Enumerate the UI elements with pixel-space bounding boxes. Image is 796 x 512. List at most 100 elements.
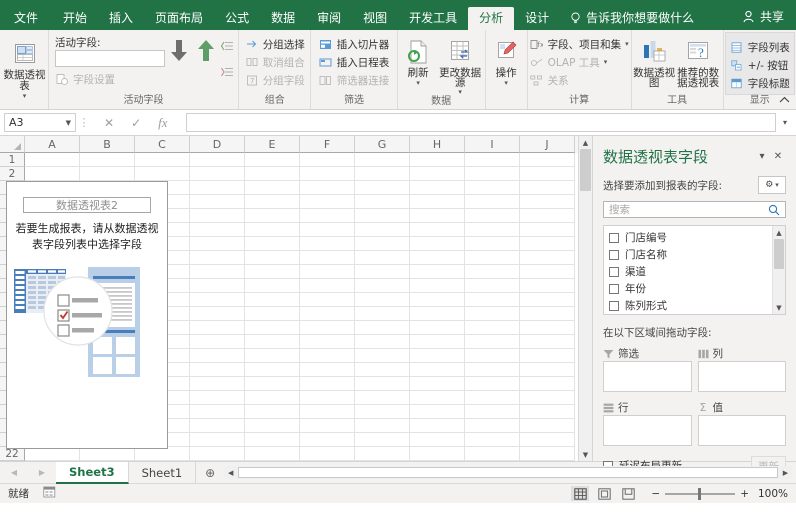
cell-H4[interactable] xyxy=(410,195,465,209)
cell-I5[interactable] xyxy=(465,209,520,223)
cell-H9[interactable] xyxy=(410,265,465,279)
area-values-dropzone[interactable] xyxy=(698,415,787,446)
cell-J13[interactable] xyxy=(520,321,575,335)
cell-H12[interactable] xyxy=(410,307,465,321)
cell-J21[interactable] xyxy=(520,433,575,447)
cell-F5[interactable] xyxy=(300,209,355,223)
column-header-i[interactable]: I xyxy=(465,136,520,153)
cell-E14[interactable] xyxy=(245,335,300,349)
cell-I12[interactable] xyxy=(465,307,520,321)
cell-J14[interactable] xyxy=(520,335,575,349)
worksheet-grid[interactable]: A B C D E F G H I J 12345678910111213141… xyxy=(0,136,578,461)
field-list-scroll-down-icon[interactable]: ▼ xyxy=(773,301,785,314)
field-list-scrollbar[interactable]: ▲ ▼ xyxy=(772,226,785,314)
cell-D19[interactable] xyxy=(190,405,245,419)
expand-field-button[interactable] xyxy=(220,37,234,55)
cell-H13[interactable] xyxy=(410,321,465,335)
ribbon-tab-developer[interactable]: 开发工具 xyxy=(398,7,468,30)
olap-tools-caret-icon[interactable]: ▾ xyxy=(604,58,608,66)
ribbon-tab-file[interactable]: 文件 xyxy=(0,7,52,30)
ungroup-button[interactable]: 取消组合 xyxy=(245,53,305,71)
cell-H5[interactable] xyxy=(410,209,465,223)
cell-I20[interactable] xyxy=(465,419,520,433)
cell-E5[interactable] xyxy=(245,209,300,223)
cell-F3[interactable] xyxy=(300,181,355,195)
pane-menu-button[interactable]: ▾ xyxy=(754,151,770,162)
cell-G2[interactable] xyxy=(355,167,410,181)
scroll-down-icon[interactable]: ▼ xyxy=(579,448,592,461)
relationships-button[interactable]: 关系 xyxy=(530,71,569,89)
cell-G11[interactable] xyxy=(355,293,410,307)
filter-connections-button[interactable]: 筛选器连接 xyxy=(319,71,390,89)
change-data-source-button[interactable]: 更改数据源 ▾ xyxy=(437,34,483,96)
cell-E13[interactable] xyxy=(245,321,300,335)
cell-H10[interactable] xyxy=(410,279,465,293)
area-rows[interactable]: 行 xyxy=(603,400,692,446)
cell-F1[interactable] xyxy=(300,153,355,167)
row-header-22[interactable]: 22 xyxy=(0,447,25,461)
cell-F19[interactable] xyxy=(300,405,355,419)
cell-I9[interactable] xyxy=(465,265,520,279)
field-list-button[interactable]: 字段列表 xyxy=(730,38,790,56)
cell-D10[interactable] xyxy=(190,279,245,293)
drill-down-button[interactable] xyxy=(165,33,193,66)
cell-D1[interactable] xyxy=(190,153,245,167)
field-list-item[interactable]: 年份 xyxy=(609,280,772,297)
cell-A1[interactable] xyxy=(25,153,80,167)
cell-H1[interactable] xyxy=(410,153,465,167)
cell-E22[interactable] xyxy=(245,447,300,461)
cell-F13[interactable] xyxy=(300,321,355,335)
field-search-box[interactable]: 搜索 xyxy=(603,201,786,218)
hscroll-right-icon[interactable]: ▶ xyxy=(779,466,792,479)
cell-F15[interactable] xyxy=(300,349,355,363)
cell-G13[interactable] xyxy=(355,321,410,335)
cell-D14[interactable] xyxy=(190,335,245,349)
cell-I1[interactable] xyxy=(465,153,520,167)
cell-D22[interactable] xyxy=(190,447,245,461)
cell-J3[interactable] xyxy=(520,181,575,195)
cell-D20[interactable] xyxy=(190,419,245,433)
cell-D16[interactable] xyxy=(190,363,245,377)
cell-I21[interactable] xyxy=(465,433,520,447)
field-list-item[interactable]: 门店名称 xyxy=(609,246,772,263)
record-macro-icon[interactable] xyxy=(43,486,56,501)
cell-I2[interactable] xyxy=(465,167,520,181)
cell-J12[interactable] xyxy=(520,307,575,321)
pane-settings-button[interactable]: ⚙ ▾ xyxy=(758,176,786,194)
cell-G18[interactable] xyxy=(355,391,410,405)
cell-J20[interactable] xyxy=(520,419,575,433)
cell-F17[interactable] xyxy=(300,377,355,391)
cell-E8[interactable] xyxy=(245,251,300,265)
cell-H18[interactable] xyxy=(410,391,465,405)
sheet-tab-sheet3[interactable]: Sheet3 xyxy=(56,462,129,484)
collapse-ribbon-button[interactable] xyxy=(779,94,790,107)
cell-H7[interactable] xyxy=(410,237,465,251)
vertical-scroll-thumb[interactable] xyxy=(580,149,591,191)
cell-J8[interactable] xyxy=(520,251,575,265)
cell-I16[interactable] xyxy=(465,363,520,377)
area-filters-dropzone[interactable] xyxy=(603,361,692,392)
drill-up-button[interactable] xyxy=(193,33,221,66)
cell-I18[interactable] xyxy=(465,391,520,405)
active-field-input[interactable] xyxy=(55,50,165,67)
expand-formula-bar-icon[interactable]: ▾ xyxy=(778,118,792,127)
insert-function-icon[interactable]: fx xyxy=(158,115,167,131)
cell-I6[interactable] xyxy=(465,223,520,237)
cell-F21[interactable] xyxy=(300,433,355,447)
cell-E6[interactable] xyxy=(245,223,300,237)
cell-F10[interactable] xyxy=(300,279,355,293)
cell-E1[interactable] xyxy=(245,153,300,167)
cell-E9[interactable] xyxy=(245,265,300,279)
cell-H17[interactable] xyxy=(410,377,465,391)
insert-slicer-button[interactable]: 插入切片器 xyxy=(319,35,390,53)
field-settings-button[interactable]: 字段设置 xyxy=(55,70,165,88)
cell-D9[interactable] xyxy=(190,265,245,279)
cell-J18[interactable] xyxy=(520,391,575,405)
cell-F20[interactable] xyxy=(300,419,355,433)
cell-E3[interactable] xyxy=(245,181,300,195)
cell-D5[interactable] xyxy=(190,209,245,223)
cell-J6[interactable] xyxy=(520,223,575,237)
cell-D4[interactable] xyxy=(190,195,245,209)
cell-H8[interactable] xyxy=(410,251,465,265)
column-header-c[interactable]: C xyxy=(135,136,190,153)
